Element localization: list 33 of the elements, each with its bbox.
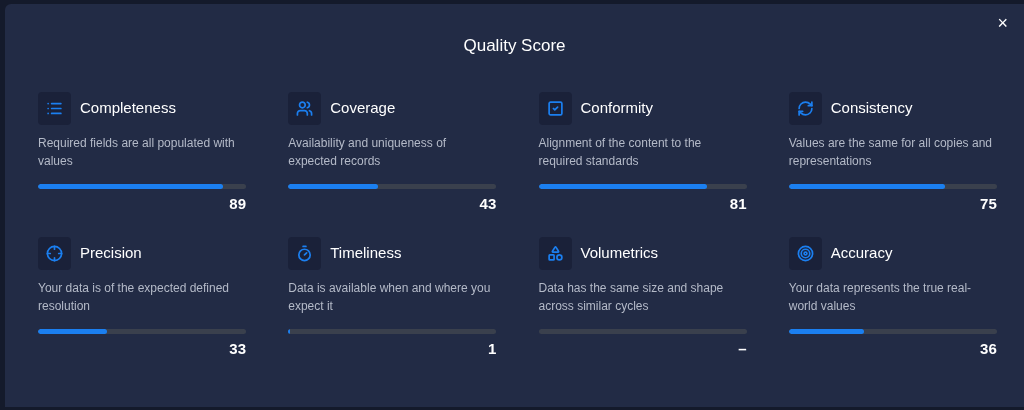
score-value: 81 (729, 193, 747, 214)
metric-description: Your data is of the expected defined resolution (38, 280, 231, 315)
people-icon (296, 99, 314, 117)
close-button[interactable]: × (993, 14, 1012, 32)
refresh-icon (796, 99, 814, 117)
metric-title: Consistency (830, 97, 913, 118)
metric-description: Data is available when and where you expect it (288, 280, 492, 315)
score-value: 1 (487, 339, 497, 359)
metric-title: Precision (80, 243, 142, 264)
metric-title: Accuracy (830, 243, 893, 264)
metric-description: Required fields are all populated with values (38, 134, 236, 170)
score-value: 89 (229, 193, 246, 214)
checkbox-icon (546, 99, 564, 117)
dialog-title: Quality Score (463, 35, 566, 57)
score-value: – (738, 339, 747, 359)
metric-description: Your data represents the true real-world values (788, 280, 973, 315)
shapes-icon (546, 245, 564, 262)
metric-title: Coverage (330, 97, 396, 118)
score-value: 75 (980, 193, 997, 214)
metric-description: Values are the same for all copies and representations (788, 134, 993, 170)
target-icon (796, 245, 814, 262)
crosshair-icon (46, 245, 63, 262)
metric-title: Timeliness (330, 243, 402, 264)
metric-title: Conformity (580, 97, 654, 118)
metric-description: Availability and uniqueness of expected records (288, 134, 448, 170)
metric-title: Completeness (80, 97, 176, 118)
stopwatch-icon (296, 245, 314, 262)
score-value: 36 (980, 339, 997, 359)
metric-description: Alignment of the content to the required standards (538, 134, 703, 170)
score-value: 33 (229, 339, 246, 359)
score-value: 43 (479, 193, 497, 214)
metric-title: Volumetrics (580, 243, 659, 264)
metric-description: Data has the same size and shape across similar cycles (538, 280, 725, 315)
